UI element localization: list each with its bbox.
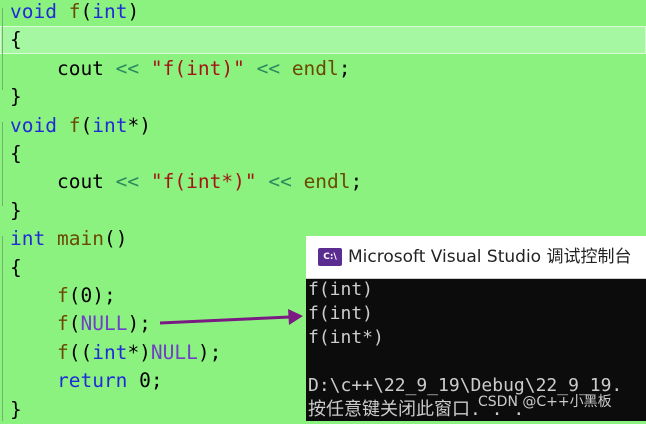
console-output-line: f(int) bbox=[308, 303, 374, 324]
console-app-icon: C:\ bbox=[318, 248, 342, 266]
console-titlebar[interactable]: C:\ Microsoft Visual Studio 调试控制台 bbox=[306, 236, 646, 279]
watermark: CSDN @C++小黑板 bbox=[478, 394, 612, 410]
console-output-line: f(int*) bbox=[308, 327, 384, 348]
arrow-line bbox=[159, 315, 291, 325]
console-title: Microsoft Visual Studio 调试控制台 bbox=[348, 247, 632, 267]
arrow-head bbox=[288, 309, 303, 325]
console-output-line: f(int) bbox=[308, 279, 374, 300]
